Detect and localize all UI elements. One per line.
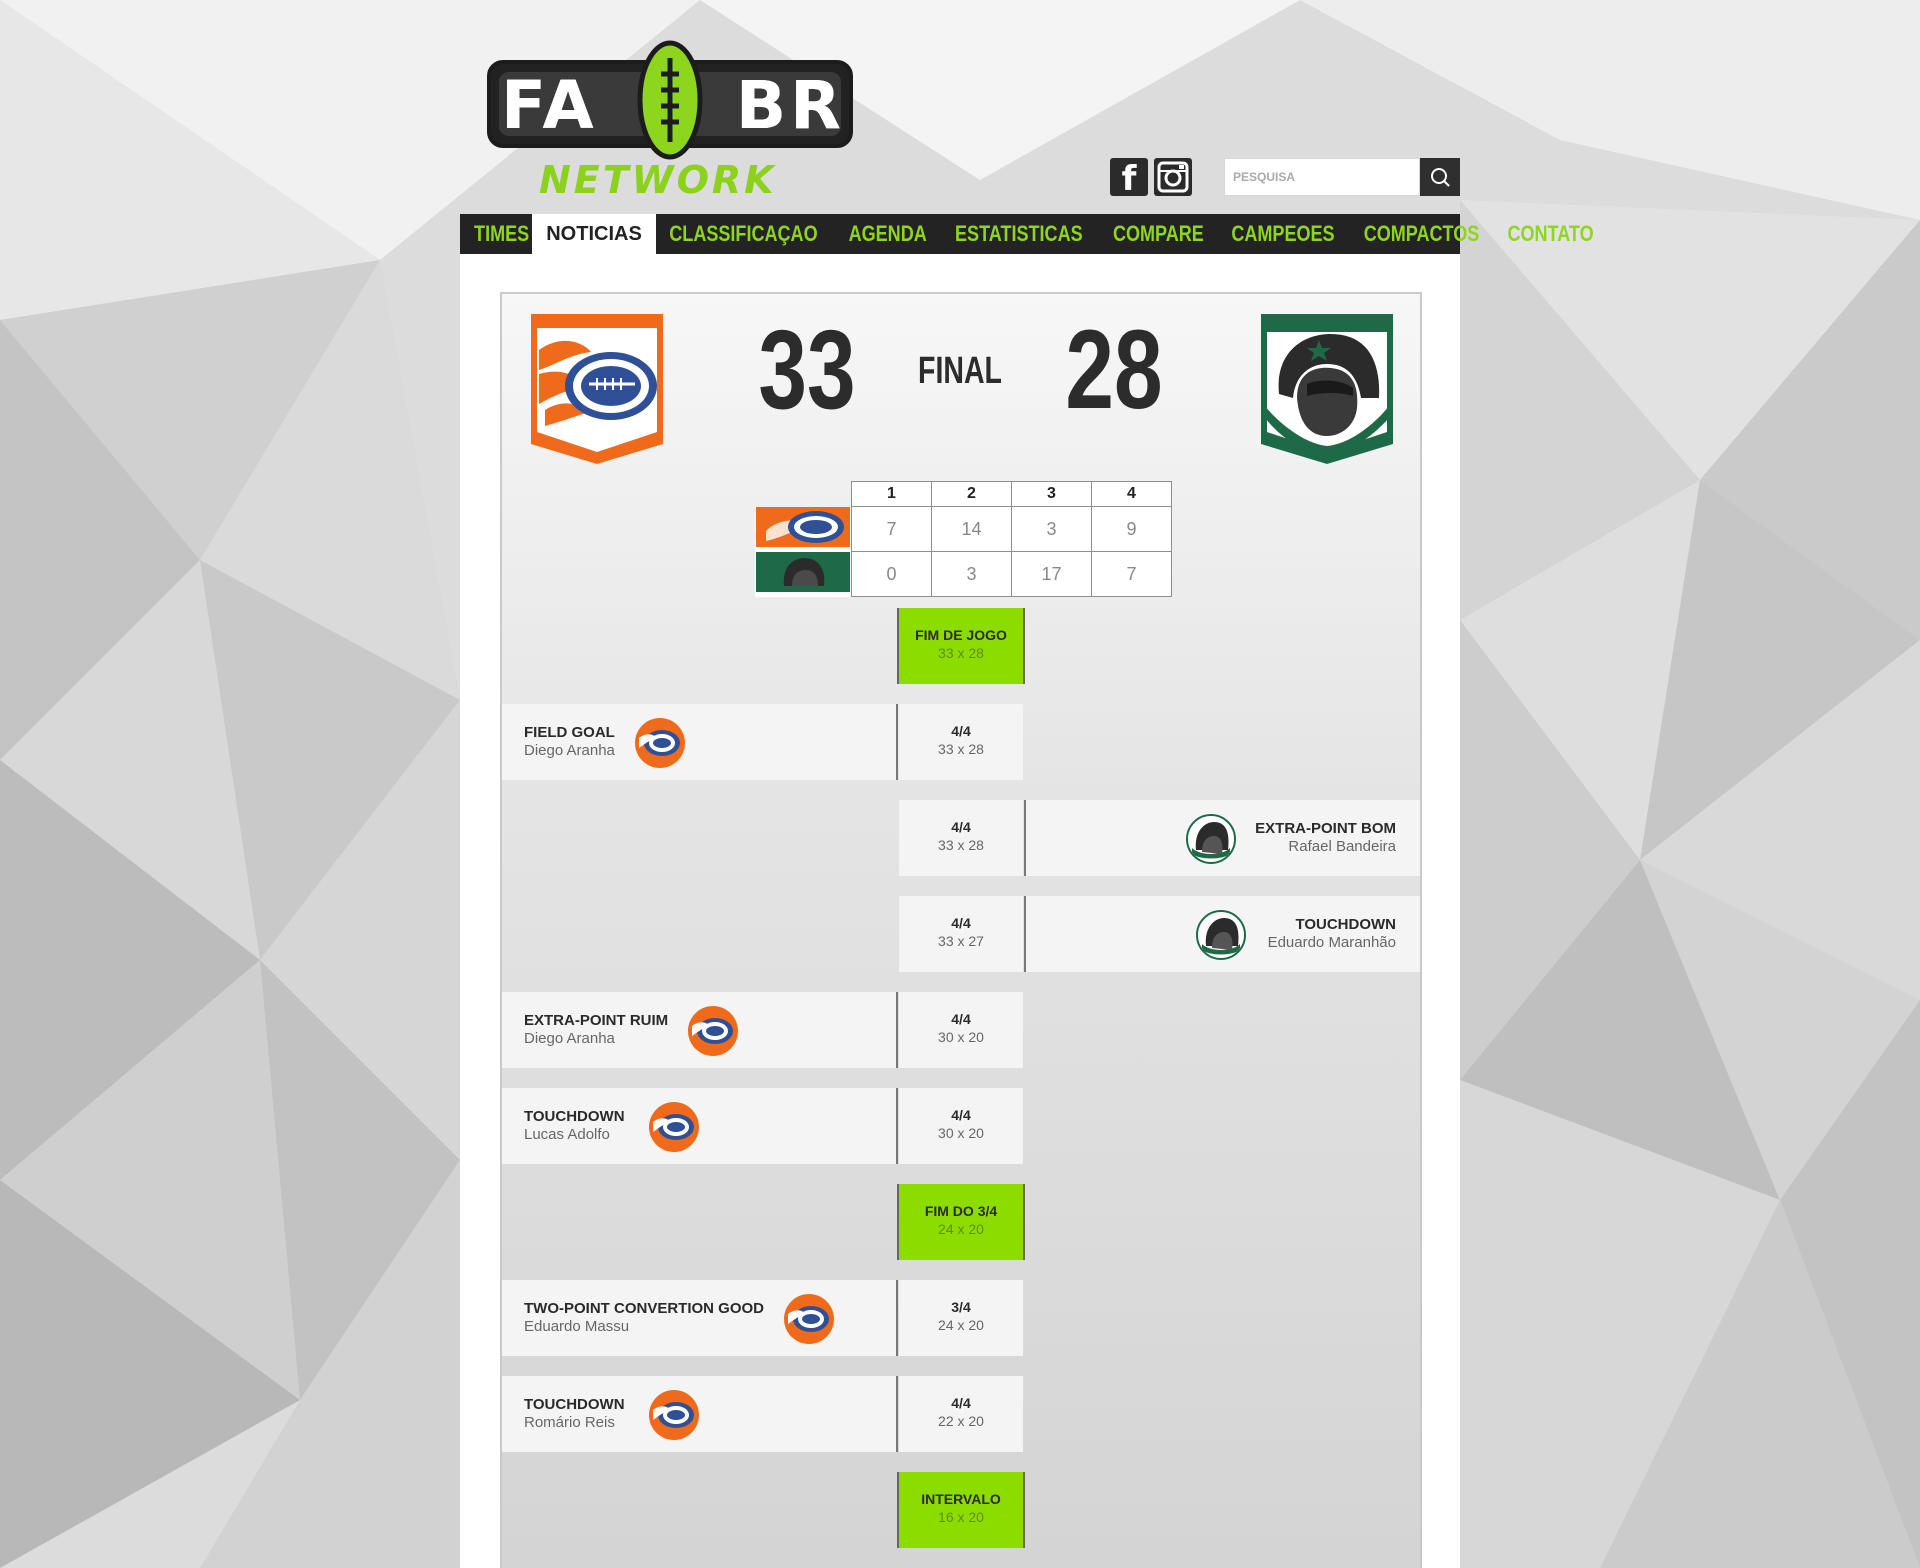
nav-item-agenda[interactable]: AGENDA bbox=[838, 214, 936, 254]
home-team-mini-logo bbox=[755, 506, 852, 552]
home-quarter-score: 3 bbox=[1011, 506, 1092, 552]
away-team-logo[interactable] bbox=[1261, 314, 1393, 464]
nav-item-compare[interactable]: COMPARE bbox=[1103, 214, 1214, 254]
event-score: 33 x 28 bbox=[938, 837, 984, 853]
event-quarter: 4/4 bbox=[951, 1011, 971, 1027]
event-title: TWO-POINT CONVERTION GOOD bbox=[524, 1300, 764, 1317]
quarter-scores-table: 1 2 3 4 7 14 3 9 0 3 17 7 bbox=[755, 481, 1172, 597]
search-button[interactable] bbox=[1420, 158, 1460, 196]
home-team-badge-icon bbox=[784, 1294, 834, 1344]
event-title: FIM DE JOGO bbox=[915, 627, 1007, 643]
nav-item-contato[interactable]: CONTATO bbox=[1498, 214, 1604, 254]
facebook-icon[interactable]: f bbox=[1110, 158, 1148, 199]
away-score: 28 bbox=[1065, 307, 1163, 432]
event-quarter: 4/4 bbox=[951, 1395, 971, 1411]
main-nav: TIMES NOTICIAS CLASSIFICAÇAO AGENDA ESTA… bbox=[460, 214, 1594, 254]
nav-item-estatisticas[interactable]: ESTATISTICAS bbox=[945, 214, 1092, 254]
search-input[interactable] bbox=[1224, 158, 1420, 196]
logo-network-text: NETWORK bbox=[539, 158, 777, 202]
home-team-badge-icon bbox=[649, 1390, 699, 1440]
away-quarter-score: 3 bbox=[931, 551, 1012, 597]
event-player[interactable]: Lucas Adolfo bbox=[524, 1126, 610, 1144]
quarter-header: 4 bbox=[1091, 481, 1172, 507]
away-team-badge-icon bbox=[1196, 910, 1246, 960]
fabr-network-logo[interactable]: FA BR NETWORK bbox=[487, 40, 857, 202]
event-title: EXTRA-POINT RUIM bbox=[524, 1012, 669, 1029]
event-title: FIELD GOAL bbox=[524, 724, 615, 741]
logo-text-left: FA bbox=[501, 67, 598, 144]
quarter-header-row: 1 2 3 4 bbox=[755, 481, 1172, 507]
event-title: TOUCHDOWN bbox=[1295, 916, 1396, 933]
nav-item-classificacao[interactable]: CLASSIFICAÇAO bbox=[659, 214, 827, 254]
event-title: TOUCHDOWN bbox=[524, 1396, 625, 1413]
event-score: 24 x 20 bbox=[938, 1317, 984, 1333]
home-team-badge-icon bbox=[635, 718, 685, 768]
home-team-badge-icon bbox=[688, 1006, 738, 1056]
event-score: 16 x 20 bbox=[938, 1509, 984, 1525]
quarter-header: 2 bbox=[931, 481, 1012, 507]
event-quarter: 3/4 bbox=[951, 1299, 971, 1315]
away-quarter-score: 17 bbox=[1011, 551, 1092, 597]
event-score: 33 x 28 bbox=[938, 645, 984, 661]
home-quarter-score: 9 bbox=[1091, 506, 1172, 552]
event-score: 33 x 28 bbox=[938, 741, 984, 757]
football-icon bbox=[637, 40, 703, 160]
away-quarter-row: 0 3 17 7 bbox=[755, 551, 1172, 597]
event-score: 24 x 20 bbox=[938, 1221, 984, 1237]
search-icon bbox=[1431, 168, 1450, 187]
event-score: 22 x 20 bbox=[938, 1413, 984, 1429]
nav-item-compactos[interactable]: COMPACTOS bbox=[1354, 214, 1489, 254]
away-team-mini-logo bbox=[755, 551, 852, 597]
home-quarter-row: 7 14 3 9 bbox=[755, 506, 1172, 552]
home-team-logo[interactable] bbox=[531, 314, 663, 464]
away-quarter-score: 7 bbox=[1091, 551, 1172, 597]
game-status: FINAL bbox=[918, 350, 1002, 392]
event-quarter: 4/4 bbox=[951, 723, 971, 739]
event-quarter: 4/4 bbox=[951, 1107, 971, 1123]
event-player[interactable]: Diego Aranha bbox=[524, 742, 615, 760]
nav-item-noticias[interactable]: NOTICIAS bbox=[532, 214, 656, 254]
nav-item-times[interactable]: TIMES bbox=[464, 214, 539, 254]
home-quarter-score: 14 bbox=[931, 506, 1012, 552]
logo-text-right: BR bbox=[735, 67, 845, 144]
event-score: 30 x 20 bbox=[938, 1029, 984, 1045]
away-team-badge-icon bbox=[1186, 814, 1236, 864]
event-title: INTERVALO bbox=[921, 1491, 1001, 1507]
event-player[interactable]: Eduardo Maranhão bbox=[1268, 934, 1396, 952]
social-links: f bbox=[1110, 158, 1192, 199]
home-quarter-score: 7 bbox=[851, 506, 932, 552]
event-player[interactable]: Romário Reis bbox=[524, 1414, 615, 1432]
quarter-header: 1 bbox=[851, 481, 932, 507]
quarter-header: 3 bbox=[1011, 481, 1092, 507]
home-team-badge-icon bbox=[649, 1102, 699, 1152]
event-player[interactable]: Diego Aranha bbox=[524, 1030, 615, 1048]
event-quarter: 4/4 bbox=[951, 819, 971, 835]
search-bar bbox=[1224, 158, 1460, 196]
home-score: 33 bbox=[758, 307, 856, 432]
instagram-icon[interactable] bbox=[1154, 158, 1192, 196]
event-title: FIM DO 3/4 bbox=[924, 1203, 998, 1219]
event-score: 33 x 27 bbox=[938, 933, 984, 949]
event-title: TOUCHDOWN bbox=[524, 1108, 625, 1125]
event-title: EXTRA-POINT BOM bbox=[1255, 820, 1396, 837]
nav-item-campeoes[interactable]: CAMPEOES bbox=[1221, 214, 1344, 254]
event-player[interactable]: Rafael Bandeira bbox=[1288, 838, 1396, 856]
away-quarter-score: 0 bbox=[851, 551, 932, 597]
event-quarter: 4/4 bbox=[951, 915, 971, 931]
event-player[interactable]: Eduardo Massu bbox=[524, 1318, 629, 1336]
event-score: 30 x 20 bbox=[938, 1125, 984, 1141]
